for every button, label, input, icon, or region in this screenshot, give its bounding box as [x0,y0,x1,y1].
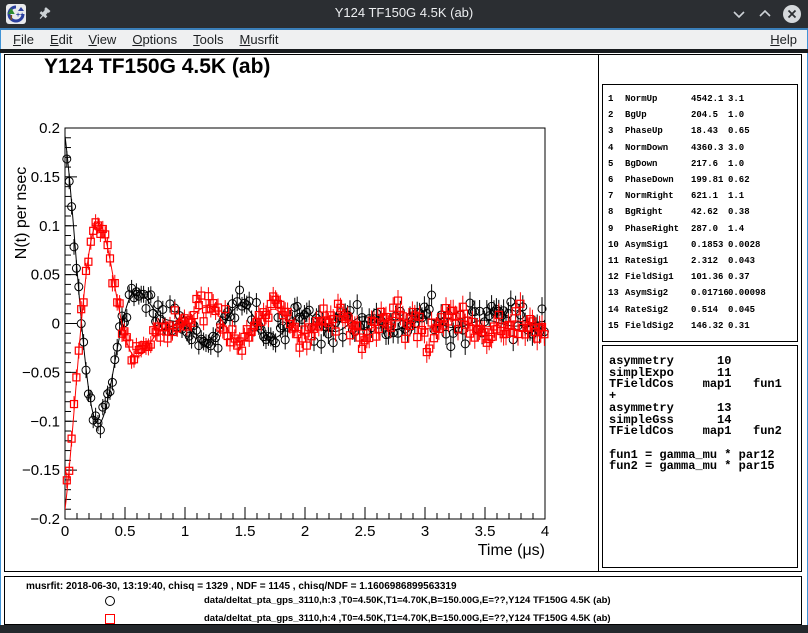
y-tick-label: −0.2 [30,511,60,528]
legend-entry-label: data/deltat_pta_gps_3110,h:3 ,T0=4.50K,T… [204,595,611,606]
menu-item-options[interactable]: Options [124,31,185,48]
x-tick-label: 0 [61,523,69,540]
menubar: FileEditViewOptionsToolsMusrfit Help [1,30,807,49]
parameter-row: 1NormUp4542.13.1 [603,91,797,107]
fit-info-line: musrfit: 2018-06-30, 13:19:40, chisq = 1… [26,581,457,592]
menu-item-help[interactable]: Help [762,31,805,48]
close-button[interactable] [782,4,802,29]
y-tick-label: −0.1 [30,413,60,430]
window-bottom-frame [0,625,808,633]
parameter-row: 14RateSig20.5140.045 [603,302,797,318]
parameter-row: 8BgRight42.620.38 [603,204,797,220]
y-tick-label: −0.05 [22,364,60,381]
x-tick-label: 2 [301,523,309,540]
series-h3 [63,136,549,438]
titlebar: ++ Y124 TF150G 4.5K (ab) [0,0,808,28]
x-tick-label: 3 [421,523,429,540]
y-tick-label: 0.1 [39,218,60,235]
x-tick-label: 2.5 [355,523,376,540]
x-tick-label: 1.5 [235,523,256,540]
maximize-button[interactable] [756,5,774,28]
legend-entry: data/deltat_pta_gps_3110,h:3 ,T0=4.50K,T… [5,592,801,610]
parameter-row: 4NormDown4360.33.0 [603,140,797,156]
menu-item-view[interactable]: View [80,31,124,48]
x-tick-label: 1 [181,523,189,540]
x-axis [65,507,545,519]
y-tick-label: 0.05 [31,267,60,284]
legend-entries: data/deltat_pta_gps_3110,h:3 ,T0=4.50K,T… [5,592,801,628]
x-tick-label: 4 [541,523,549,540]
parameter-row: 3PhaseUp18.430.65 [603,123,797,139]
x-tick-label: 3.5 [475,523,496,540]
fit-curve [65,223,545,510]
minimize-button[interactable] [730,5,748,28]
info-pad: musrfit: 2018-06-30, 13:19:40, chisq = 1… [4,576,802,625]
menubar-items: FileEditViewOptionsToolsMusrfit [5,31,287,48]
parameter-row: 12FieldSig1101.360.37 [603,269,797,285]
parameter-row: 6PhaseDown199.810.62 [603,172,797,188]
parameter-row: 5BgDown217.61.0 [603,156,797,172]
parameter-row: 2BgUp204.51.0 [603,107,797,123]
parameter-row: 13AsymSig20.017160.00098 [603,285,797,301]
y-axis-title: N(t) per nsec [13,167,30,259]
y-tick-label: −0.15 [22,462,60,479]
y-tick-label: 0.15 [31,169,60,186]
circle-marker-icon [105,596,115,606]
plot-frame [65,128,545,519]
parameter-row: 15FieldSig2146.320.31 [603,318,797,334]
parameter-table: 1NormUp4542.13.12BgUp204.51.03PhaseUp18.… [602,84,798,342]
series-h4 [63,214,548,509]
menu-item-edit[interactable]: Edit [42,31,80,48]
y-tick-label: 0 [52,316,60,333]
fit-curve [65,136,545,424]
theory-box: asymmetry 10 simplExpo 11 TFieldCos map1… [602,345,798,568]
menu-item-tools[interactable]: Tools [185,31,231,48]
application-window: ++ Y124 TF150G 4.5K (ab) [0,0,808,633]
menu-item-file[interactable]: File [5,31,42,48]
y-axis [65,128,77,519]
y-tick-label: 0.2 [39,120,60,137]
x-tick-label: 0.5 [115,523,136,540]
x-axis-title: Time (μs) [478,542,545,559]
menu-item-musrfit[interactable]: Musrfit [232,31,287,48]
asymmetry-plot[interactable]: 0 0.5 1 1.5 2 2.5 3 3.5 4 −0.2 −0.15 −0.1 −0.05 0 0.05… [0,50,600,580]
parameter-row: 10AsymSig10.18530.0028 [603,237,797,253]
parameter-row: 9PhaseRight287.01.4 [603,221,797,237]
parameter-row: 11RateSig12.3120.043 [603,253,797,269]
menubar-help: Help [762,31,807,48]
square-marker-icon [105,614,115,624]
window-title: Y124 TF150G 4.5K (ab) [0,5,808,20]
theory-text: asymmetry 10 simplExpo 11 TFieldCos map1… [609,356,797,473]
legend-entry-label: data/deltat_pta_gps_3110,h:4 ,T0=4.50K,T… [204,613,611,624]
parameter-row: 7NormRight621.11.1 [603,188,797,204]
